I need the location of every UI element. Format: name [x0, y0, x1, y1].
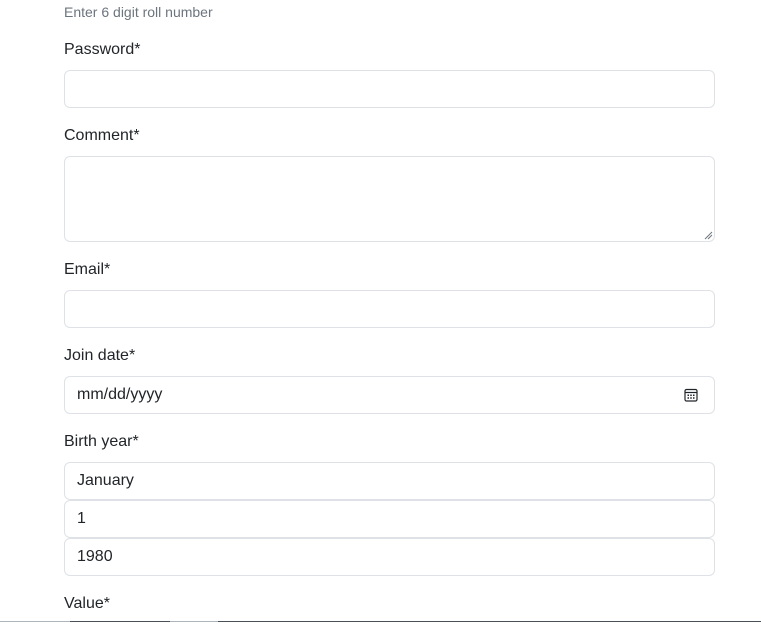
birth-year-select[interactable]: 1980: [64, 538, 715, 576]
password-label: Password*: [64, 41, 141, 58]
email-input[interactable]: [64, 290, 715, 328]
birth-month-value: January: [77, 472, 134, 489]
form-page: Enter 6 digit roll number Password* Comm…: [0, 0, 761, 625]
password-input[interactable]: [64, 70, 715, 108]
email-label: Email*: [64, 261, 111, 278]
birth-day-value: 1: [77, 510, 86, 527]
resize-handle-icon[interactable]: [704, 231, 713, 240]
join-date-label: Join date*: [64, 347, 136, 364]
join-date-placeholder: mm/dd/yyyy: [77, 386, 163, 403]
join-date-input[interactable]: mm/dd/yyyy: [64, 376, 715, 414]
comment-textarea[interactable]: [64, 156, 715, 242]
birth-year-value: 1980: [77, 548, 113, 565]
comment-label: Comment*: [64, 127, 140, 144]
birth-year-label: Birth year*: [64, 433, 139, 450]
field-top-border: [0, 621, 761, 625]
calendar-icon[interactable]: [684, 388, 698, 402]
birth-day-select[interactable]: 1: [64, 500, 715, 538]
value-label: Value*: [64, 595, 110, 612]
birth-month-select[interactable]: January: [64, 462, 715, 500]
roll-number-help-text: Enter 6 digit roll number: [64, 4, 213, 20]
